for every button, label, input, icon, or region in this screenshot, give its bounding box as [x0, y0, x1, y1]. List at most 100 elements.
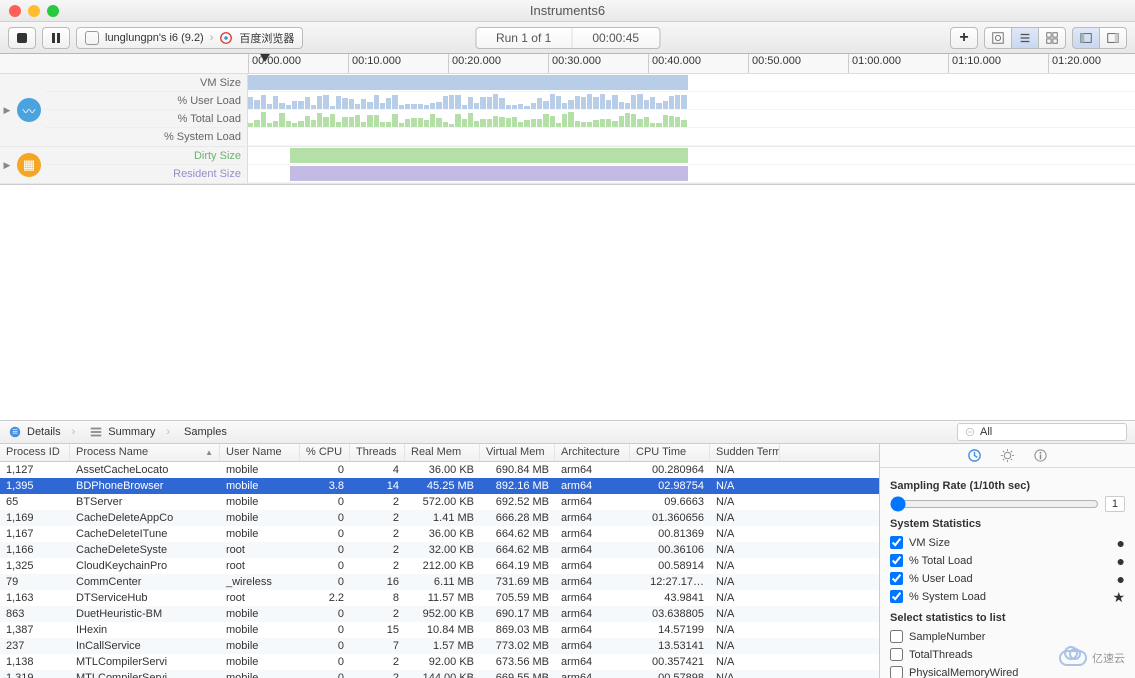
table-row[interactable]: 1,169CacheDeleteAppComobile021.41 MB666.…	[0, 510, 879, 526]
tab-details[interactable]: ≡ Details›	[8, 425, 75, 439]
table-cell: CommCenter	[70, 574, 220, 590]
table-cell: root	[220, 590, 300, 606]
column-header[interactable]: CPU Time	[630, 444, 710, 461]
column-header[interactable]: Architecture	[555, 444, 630, 461]
run-status[interactable]: Run 1 of 1 00:00:45	[475, 27, 660, 49]
table-row[interactable]: 1,387IHexinmobile01510.84 MB869.03 MBarm…	[0, 622, 879, 638]
table-cell: 15	[350, 622, 405, 638]
table-cell: 1,167	[0, 526, 70, 542]
strategy-button[interactable]	[984, 27, 1012, 49]
checkbox[interactable]	[890, 572, 903, 585]
instrument-icon[interactable]: 〰	[14, 74, 44, 146]
table-cell: MTLCompilerServi	[70, 670, 220, 678]
table-cell: N/A	[710, 654, 780, 670]
view-grid-button[interactable]	[1038, 27, 1066, 49]
column-header[interactable]: Process ID	[0, 444, 70, 461]
sampling-rate-value: 1	[1105, 496, 1125, 512]
column-header[interactable]: Virtual Mem	[480, 444, 555, 461]
table-cell: mobile	[220, 606, 300, 622]
table-row[interactable]: 1,166CacheDeleteSysteroot0232.00 KB664.6…	[0, 542, 879, 558]
table-row[interactable]: 1,167CacheDeleteITunemobile0236.00 KB664…	[0, 526, 879, 542]
table-row[interactable]: 1,163DTServiceHubroot2.2811.57 MB705.59 …	[0, 590, 879, 606]
track-lane[interactable]	[248, 147, 1135, 165]
table-row[interactable]: 79CommCenter_wireless0166.11 MB731.69 MB…	[0, 574, 879, 590]
ruler-tick: 01:10.000	[948, 54, 1001, 74]
track-lane[interactable]	[248, 92, 1135, 110]
checkbox[interactable]	[890, 648, 903, 661]
zoom-window[interactable]	[47, 5, 59, 17]
playhead-icon[interactable]	[260, 54, 270, 62]
pause-button[interactable]	[42, 27, 70, 49]
target-process: 百度浏览器	[239, 30, 294, 46]
stat-checkbox-row[interactable]: VM Size●	[890, 534, 1125, 552]
table-row[interactable]: 1,395BDPhoneBrowsermobile3.81445.25 MB89…	[0, 478, 879, 494]
ruler-tick: 00:40.000	[648, 54, 701, 74]
view-list-button[interactable]	[1011, 27, 1039, 49]
checkbox[interactable]	[890, 536, 903, 549]
record-button[interactable]	[8, 27, 36, 49]
column-header[interactable]: % CPU	[300, 444, 350, 461]
system-stats-header: System Statistics	[890, 518, 1125, 530]
table-cell: mobile	[220, 462, 300, 478]
table-cell: 0	[300, 510, 350, 526]
table-cell: 32.00 KB	[405, 542, 480, 558]
table-cell: 0	[300, 542, 350, 558]
track-lane[interactable]	[248, 74, 1135, 92]
stat-checkbox-row[interactable]: % Total Load●	[890, 552, 1125, 570]
table-row[interactable]: 1,325CloudKeychainProroot02212.00 KB664.…	[0, 558, 879, 574]
tab-samples[interactable]: Samples	[184, 426, 227, 438]
extended-detail-icon[interactable]	[1033, 448, 1048, 463]
table-cell: 892.16 MB	[480, 478, 555, 494]
checkbox[interactable]	[890, 630, 903, 643]
column-header[interactable]: Sudden Term	[710, 444, 780, 461]
stat-checkbox-row[interactable]: % User Load●	[890, 570, 1125, 588]
table-cell: N/A	[710, 510, 780, 526]
tab-summary[interactable]: Summary›	[89, 425, 170, 439]
timeline-ruler[interactable]: 00:00.00000:10.00000:20.00000:30.00000:4…	[0, 54, 1135, 74]
table-cell: BDPhoneBrowser	[70, 478, 220, 494]
checkbox[interactable]	[890, 666, 903, 678]
table-row[interactable]: 1,127AssetCacheLocatomobile0436.00 KB690…	[0, 462, 879, 478]
table-row[interactable]: 65BTServermobile02572.00 KB692.52 MBarm6…	[0, 494, 879, 510]
table-row[interactable]: 863DuetHeuristic-BMmobile02952.00 KB690.…	[0, 606, 879, 622]
table-cell: arm64	[555, 654, 630, 670]
track-lane[interactable]	[248, 128, 1135, 146]
sampling-rate-slider[interactable]	[890, 496, 1099, 512]
table-cell: mobile	[220, 494, 300, 510]
track-lane[interactable]	[248, 110, 1135, 128]
table-cell: 692.52 MB	[480, 494, 555, 510]
display-settings-icon[interactable]	[1000, 448, 1015, 463]
table-cell: 0	[300, 494, 350, 510]
checkbox[interactable]	[890, 590, 903, 603]
elapsed-time: 00:00:45	[572, 28, 659, 48]
close-window[interactable]	[9, 5, 21, 17]
table-cell: 00.81369	[630, 526, 710, 542]
table-cell: 01.360656	[630, 510, 710, 526]
instrument-icon[interactable]: ▦	[14, 147, 44, 183]
record-settings-icon[interactable]	[967, 448, 982, 463]
table-cell: N/A	[710, 574, 780, 590]
checkbox[interactable]	[890, 554, 903, 567]
disclosure-triangle[interactable]: ▶	[0, 74, 14, 146]
track-lane[interactable]	[248, 165, 1135, 183]
table-cell: 572.00 KB	[405, 494, 480, 510]
target-selector[interactable]: lunglungpn's i6 (9.2) › 百度浏览器	[76, 27, 303, 49]
add-button[interactable]: +	[950, 27, 978, 49]
table-cell: N/A	[710, 558, 780, 574]
column-header[interactable]: Real Mem	[405, 444, 480, 461]
table-row[interactable]: 237InCallServicemobile071.57 MB773.02 MB…	[0, 638, 879, 654]
table-cell: arm64	[555, 622, 630, 638]
table-row[interactable]: 1,138MTLCompilerServimobile0292.00 KB673…	[0, 654, 879, 670]
table-cell: arm64	[555, 478, 630, 494]
disclosure-triangle[interactable]: ▶	[0, 147, 14, 183]
search-field[interactable]: All	[957, 423, 1127, 441]
minimize-window[interactable]	[28, 5, 40, 17]
pane-right-button[interactable]	[1099, 27, 1127, 49]
column-header[interactable]: Process Name▲	[70, 444, 220, 461]
column-header[interactable]: Threads	[350, 444, 405, 461]
pane-left-button[interactable]	[1072, 27, 1100, 49]
column-header[interactable]: User Name	[220, 444, 300, 461]
stat-checkbox-row[interactable]: % System Load★	[890, 588, 1125, 606]
table-row[interactable]: 1,319MTLCompilerServimobile02144.00 KB66…	[0, 670, 879, 678]
stat-checkbox-row[interactable]: SampleNumber	[890, 628, 1125, 646]
